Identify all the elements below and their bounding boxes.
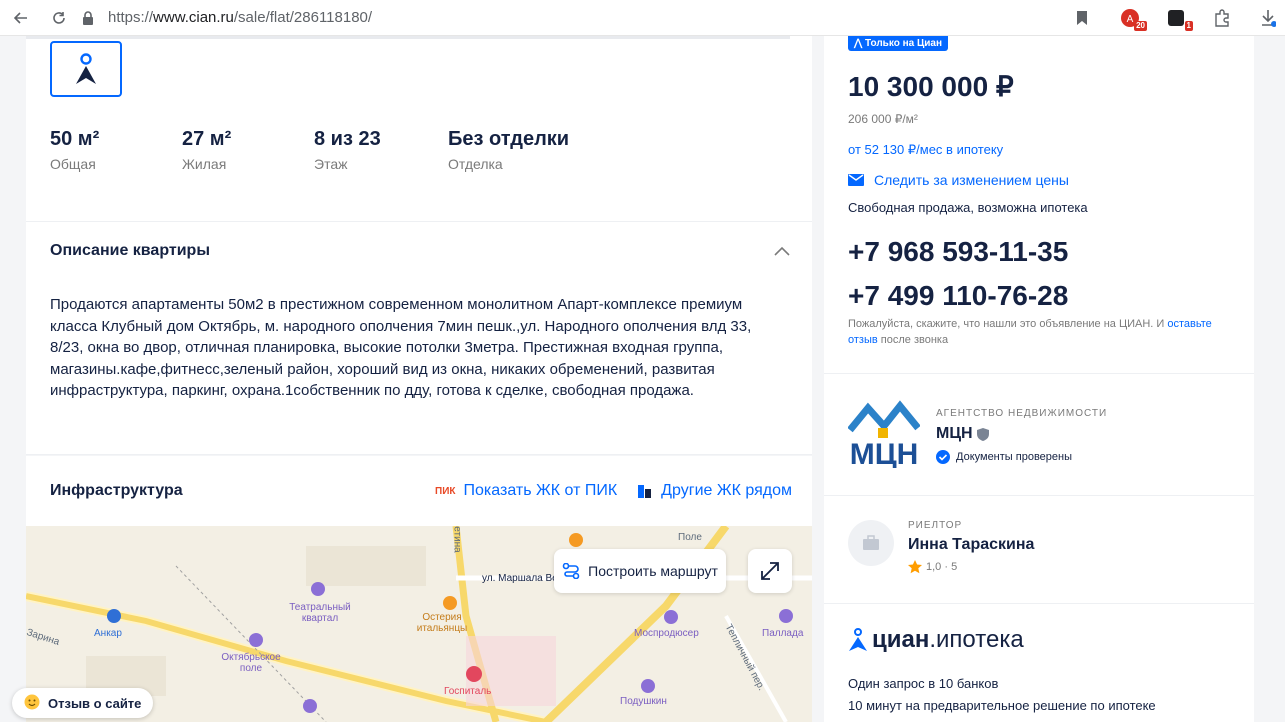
show-pik-link[interactable]: Показать ЖК от ПИК	[464, 482, 618, 500]
stat-value: 50 м²	[50, 128, 100, 150]
route-button-label: Построить маршрут	[588, 563, 718, 579]
stat-floor: 8 из 23 Этаж	[314, 128, 448, 172]
shield-icon	[976, 427, 989, 441]
description-title: Описание квартиры	[50, 242, 210, 259]
other-nearby-link[interactable]: Другие ЖК рядом	[661, 482, 792, 500]
puzzle-icon[interactable]	[1211, 7, 1233, 29]
extension-badge-1: 20	[1134, 21, 1147, 31]
realtor-name[interactable]: Инна Тараскина	[908, 536, 1034, 554]
url-host: www.cian.ru	[153, 9, 234, 26]
call-note-tail: после звонка	[877, 334, 949, 346]
price: 10 300 000 ₽	[848, 71, 1014, 102]
summary-card: 50 м² Общая 27 м² Жилая 8 из 23 Этаж Без…	[26, 36, 812, 222]
cian-logo-icon	[849, 628, 867, 651]
address-bar[interactable]: https://www.cian.ru/sale/flat/286118180/	[82, 9, 372, 26]
avatar[interactable]	[848, 520, 894, 566]
chevron-up-icon[interactable]	[774, 240, 790, 261]
bookmark-icon[interactable]	[1071, 7, 1093, 29]
infrastructure-title: Инфраструктура	[50, 482, 183, 499]
star-icon	[908, 560, 922, 574]
only-on-cian-badge: ⋀ Только на Циан	[848, 36, 949, 51]
stat-label: Этаж	[314, 156, 348, 172]
call-note-text: Пожалуйста, скажите, что нашли это объяв…	[848, 318, 1168, 330]
agency-name-label: МЦН	[936, 425, 973, 442]
sale-type: Свободная продажа, возможна ипотека	[848, 200, 1088, 215]
back-icon[interactable]	[8, 5, 34, 31]
realtor-rating[interactable]: 1,0 · 5	[908, 560, 957, 574]
stat-value: 27 м²	[182, 128, 232, 150]
description-section: Описание квартиры Продаются апартаменты …	[26, 222, 812, 455]
extension-badge-2: 1	[1184, 21, 1193, 31]
map-thumbnail[interactable]	[50, 41, 122, 97]
infrastructure-section: Инфраструктура ПИК Показать ЖК от ПИК Др…	[26, 456, 812, 526]
rating-value: 1,0 · 5	[926, 561, 958, 573]
route-button[interactable]: Построить маршрут	[554, 549, 726, 593]
realtor-role: РИЕЛТОР	[908, 520, 963, 531]
watch-price-link[interactable]: Следить за изменением цены	[848, 172, 1069, 188]
svg-text:A: A	[1127, 14, 1134, 25]
stat-value: 8 из 23	[314, 128, 381, 150]
verified-check-icon	[936, 450, 950, 464]
cian-arrow-icon: ⋀	[854, 38, 865, 49]
description-text: Продаются апартаменты 50м2 в престижном …	[50, 296, 752, 399]
reload-icon[interactable]	[46, 5, 72, 31]
ipoteka-line-2: 10 минут на предварительное решение по и…	[848, 698, 1156, 713]
stat-label: Жилая	[182, 156, 227, 172]
stat-label: Общая	[50, 156, 96, 172]
pik-logo: ПИК	[435, 485, 456, 497]
realtor-section: РИЕЛТОР Инна Тараскина 1,0 · 5	[824, 496, 1254, 604]
url-path: /sale/flat/286118180/	[233, 9, 373, 26]
expand-icon	[761, 562, 779, 580]
watch-price-label: Следить за изменением цены	[874, 172, 1069, 188]
agency-section: МЦН АГЕНТСТВО НЕДВИЖИМОСТИ МЦН Документы…	[824, 374, 1254, 496]
cian-ipoteka-logo[interactable]: циан .ипотека	[848, 626, 1024, 654]
documents-verified: Документы проверены	[936, 450, 1072, 464]
feedback-label: Отзыв о сайте	[48, 695, 142, 711]
agency-logo-text: МЦН	[850, 438, 919, 468]
apartment-stats: 50 м² Общая 27 м² Жилая 8 из 23 Этаж Без…	[50, 128, 608, 172]
download-icon[interactable]	[1257, 7, 1279, 29]
browser-toolbar: https://www.cian.ru/sale/flat/286118180/…	[0, 0, 1285, 36]
briefcase-icon	[863, 535, 879, 550]
lock-icon	[82, 10, 94, 25]
offer-sidebar: ⋀ Только на Циан 10 300 000 ₽ 206 000 ₽/…	[824, 36, 1254, 722]
agency-type: АГЕНТСТВО НЕДВИЖИМОСТИ	[936, 408, 1108, 419]
ipoteka-section: циан .ипотека Один запрос в 10 банков 10 …	[824, 604, 1254, 722]
only-on-cian-label: Только на Циан	[864, 38, 943, 49]
stat-living-area: 27 м² Жилая	[182, 128, 314, 172]
agency-name[interactable]: МЦН	[936, 425, 989, 443]
phone-1[interactable]: +7 968 593-11-35	[848, 236, 1068, 268]
phone-2[interactable]: +7 499 110-76-28	[848, 280, 1068, 312]
ipoteka-brand: циан	[872, 626, 930, 653]
call-note: Пожалуйста, скажите, что нашли это объяв…	[848, 316, 1238, 348]
ipoteka-suffix: .ипотека	[929, 626, 1024, 653]
mortgage-link[interactable]: от 52 130 ₽/мес в ипотеку	[848, 142, 1003, 158]
verified-label: Документы проверены	[956, 451, 1073, 463]
envelope-icon	[848, 174, 864, 186]
gallery-divider	[26, 36, 790, 39]
extension-icon-2[interactable]: 1	[1165, 7, 1193, 31]
stat-label: Отделка	[448, 156, 503, 172]
buildings-icon	[638, 485, 652, 498]
stat-value: Без отделки	[448, 128, 570, 150]
feedback-button[interactable]: Отзыв о сайте	[12, 688, 154, 718]
stat-total-area: 50 м² Общая	[50, 128, 182, 172]
expand-map-button[interactable]	[748, 549, 792, 593]
ipoteka-line-1: Один запрос в 10 банков	[848, 676, 999, 691]
agency-logo[interactable]: МЦН	[848, 398, 920, 468]
route-icon	[562, 563, 580, 579]
extension-icon-1[interactable]: A 20	[1119, 7, 1147, 31]
smiley-icon	[24, 694, 40, 713]
stat-finish: Без отделки Отделка	[448, 128, 608, 172]
price-per-m2: 206 000 ₽/м²	[848, 112, 918, 126]
map-pin-icon	[76, 53, 96, 84]
price-section: ⋀ Только на Циан 10 300 000 ₽ 206 000 ₽/…	[824, 36, 1254, 374]
url-protocol: https://	[108, 9, 154, 26]
